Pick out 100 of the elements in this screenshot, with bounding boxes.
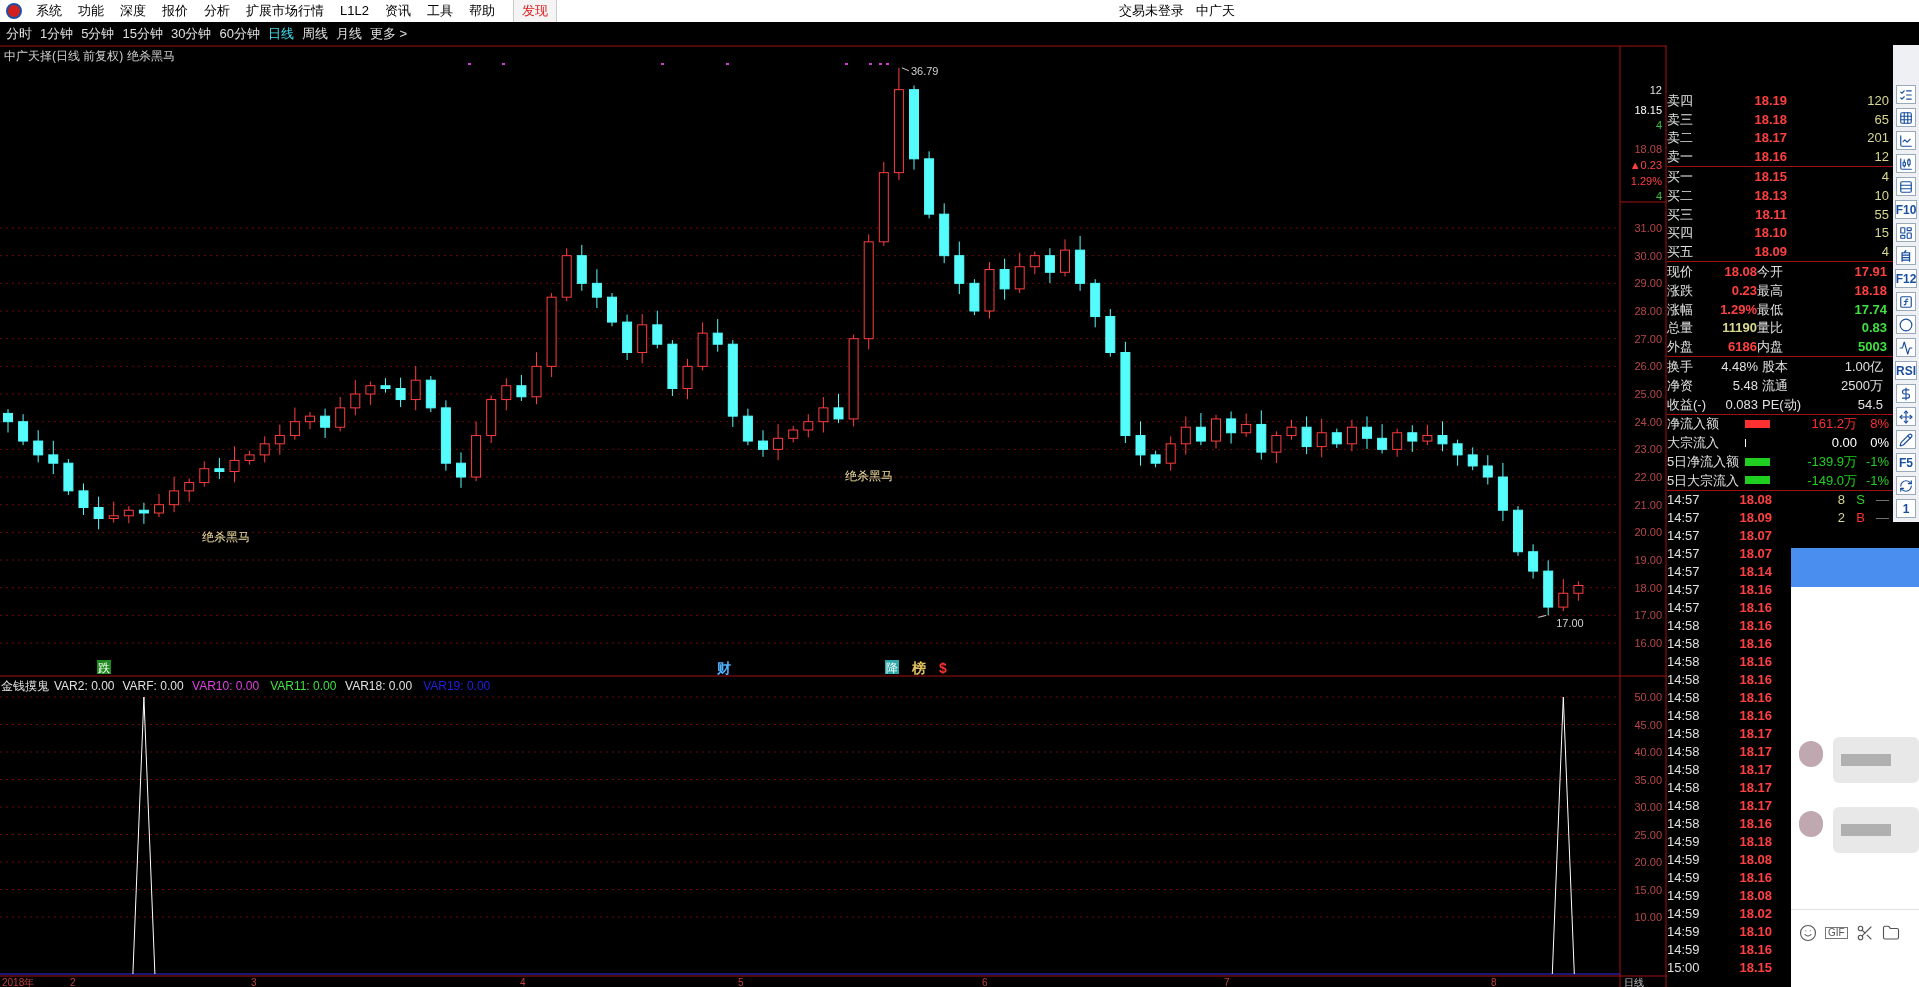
trade-time: 14:57 — [1667, 493, 1701, 507]
period-tab[interactable]: 日线 — [263, 23, 298, 44]
menu-item[interactable]: 扩展市场行情 — [238, 0, 332, 22]
candle — [1497, 462, 1508, 522]
function-icon[interactable] — [1896, 292, 1916, 311]
trade-time: 14:58 — [1667, 745, 1701, 759]
order-price: 18.16 — [1753, 150, 1787, 164]
period-tab[interactable]: 15分钟 — [118, 23, 167, 44]
move-icon[interactable] — [1896, 407, 1916, 426]
quote-value: 17.74 — [1853, 300, 1887, 319]
order-level-label: 卖一 — [1667, 150, 1694, 164]
line-chart-icon[interactable] — [1896, 131, 1916, 150]
quote-summary-value: 4 — [1655, 190, 1662, 202]
flow-percent: 0% — [1869, 436, 1890, 450]
trade-time: 14:59 — [1667, 871, 1701, 885]
smile-icon[interactable] — [1799, 924, 1817, 942]
folder-icon[interactable] — [1881, 924, 1900, 942]
quote-label: 今开 — [1757, 263, 1784, 281]
period-tab[interactable]: 30分钟 — [166, 23, 216, 44]
candle — [999, 258, 1010, 301]
indicator-axis-label: 40.00 — [1634, 746, 1662, 758]
wave-icon[interactable] — [1896, 338, 1916, 357]
menu-item[interactable]: 功能 — [70, 0, 112, 22]
candle — [1195, 412, 1206, 446]
toolbar-button[interactable]: RSI — [1895, 361, 1917, 380]
quote-label: 最高 — [1757, 281, 1784, 300]
toolbar-button[interactable]: F5 — [1896, 453, 1916, 472]
toolbar-button[interactable]: 1 — [1896, 499, 1916, 518]
layout-icon[interactable] — [1896, 223, 1916, 242]
fundamental-label: 换手 — [1667, 358, 1694, 376]
period-tab[interactable]: 1分钟 — [36, 23, 78, 44]
candlestick-icon[interactable] — [1896, 154, 1916, 173]
trade-time: 14:58 — [1667, 691, 1701, 705]
dollar-icon[interactable] — [1896, 384, 1916, 403]
period-tab[interactable]: 5分钟 — [77, 23, 119, 44]
menu-item[interactable]: 深度 — [112, 0, 154, 22]
candle — [1150, 450, 1161, 468]
menu-item[interactable]: 分析 — [196, 0, 238, 22]
menu-item[interactable]: 系统 — [28, 0, 70, 22]
candle — [1422, 424, 1433, 446]
candle — [1362, 415, 1372, 450]
menu-item[interactable]: 工具 — [418, 0, 461, 22]
period-tab[interactable]: 更多 > — [365, 23, 412, 44]
order-level-label: 买三 — [1667, 207, 1694, 221]
menu-item[interactable]: 资讯 — [376, 0, 419, 22]
checklist-icon[interactable] — [1896, 85, 1916, 104]
signal-label: 绝杀黑马 — [845, 469, 893, 483]
trade-time: 14:59 — [1667, 943, 1701, 957]
scissors-icon[interactable] — [1855, 924, 1874, 942]
candle — [1528, 543, 1539, 580]
order-price: 18.17 — [1753, 131, 1787, 145]
candle — [576, 244, 587, 292]
toolbar-button[interactable]: F10 — [1894, 200, 1918, 219]
refresh-icon[interactable] — [1896, 476, 1916, 495]
trade-time: 14:57 — [1667, 565, 1701, 579]
candle — [833, 393, 844, 424]
indicator-axis-label: 30.00 — [1634, 801, 1662, 813]
trade-price: 18.16 — [1738, 619, 1772, 633]
gif-button[interactable]: GIF — [1825, 927, 1848, 939]
pencil-icon[interactable] — [1896, 430, 1916, 449]
trade-time: 14:57 — [1667, 511, 1701, 525]
trade-price: 18.16 — [1738, 709, 1772, 723]
order-volume: 120 — [1866, 93, 1890, 107]
menu-item[interactable]: 发现 — [512, 0, 557, 22]
flow-amount: -139.9万 — [1806, 455, 1857, 469]
indicator-axis-label: 15.00 — [1634, 883, 1662, 896]
period-tab[interactable]: 月线 — [331, 23, 366, 44]
candle — [1090, 278, 1101, 328]
trade-price: 18.09 — [1738, 511, 1772, 525]
trade-price: 18.08 — [1738, 493, 1772, 507]
toolbar-button[interactable]: F12 — [1894, 269, 1918, 288]
period-tab[interactable]: 60分钟 — [215, 23, 264, 44]
candle — [622, 314, 633, 361]
candle — [48, 440, 59, 475]
candle — [154, 493, 164, 518]
period-tab[interactable]: 分时 — [2, 23, 36, 44]
order-volume: 4 — [1880, 245, 1890, 259]
trade-price: 18.14 — [1738, 565, 1772, 579]
indicator-value: VAR11: 0.00 — [270, 679, 337, 693]
candle — [1105, 308, 1116, 358]
indicator-axis-label: 20.00 — [1634, 856, 1662, 868]
menu-item[interactable]: 帮助 — [460, 0, 503, 22]
trade-price: 18.17 — [1738, 727, 1772, 741]
grid-icon[interactable] — [1896, 108, 1916, 127]
menu-item[interactable]: L1L2 — [332, 0, 377, 22]
circle-icon[interactable] — [1896, 315, 1916, 334]
fundamental-value: 0.083 — [1724, 395, 1759, 414]
list-icon[interactable] — [1896, 177, 1916, 196]
period-tab[interactable]: 周线 — [297, 23, 332, 44]
candle — [697, 321, 708, 371]
signal-label: 绝杀黑马 — [202, 530, 250, 544]
candle — [1044, 247, 1055, 284]
menu-item[interactable]: 报价 — [154, 0, 196, 22]
price-axis-label: 21.00 — [1634, 498, 1662, 511]
toolbar-button[interactable]: 自 — [1896, 246, 1916, 265]
fundamental-label: 流通 — [1762, 376, 1789, 395]
trade-price: 18.16 — [1738, 601, 1772, 615]
candle — [93, 496, 104, 530]
candle — [350, 379, 361, 416]
indicator-value: VAR19: 0.00 — [423, 679, 491, 693]
